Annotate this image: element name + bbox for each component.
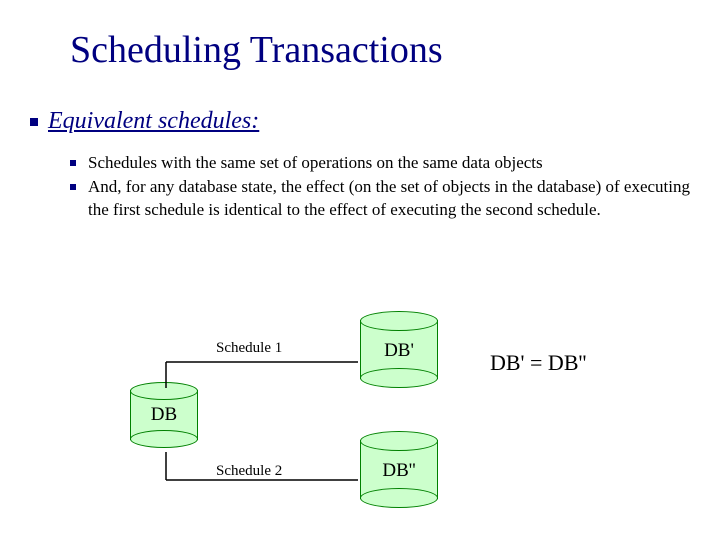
bullet-item: Schedules with the same set of operation… [70,152,690,175]
db-label: DB [130,404,198,426]
heading-row: Equivalent schedules: [30,108,259,135]
db-prime-cylinder: DB' [360,320,438,388]
slide-title: Scheduling Transactions [70,28,443,72]
db-cylinder: DB [130,390,198,448]
schedule-1-label: Schedule 1 [216,340,282,357]
db-double-prime-cylinder: DB'' [360,440,438,508]
bullet-icon [70,160,76,166]
bullet-text: Schedules with the same set of operation… [88,152,543,175]
bullet-icon [70,184,76,190]
slide: Scheduling Transactions Equivalent sched… [0,0,720,540]
bullet-icon [30,118,38,126]
db-double-prime-label: DB'' [360,460,438,482]
db-prime-label: DB' [360,340,438,362]
bullet-item: And, for any database state, the effect … [70,176,690,222]
equation-text: DB' = DB'' [490,350,586,376]
schedule-2-label: Schedule 2 [216,463,282,480]
bullet-text: And, for any database state, the effect … [88,176,690,222]
section-heading: Equivalent schedules: [48,108,259,135]
